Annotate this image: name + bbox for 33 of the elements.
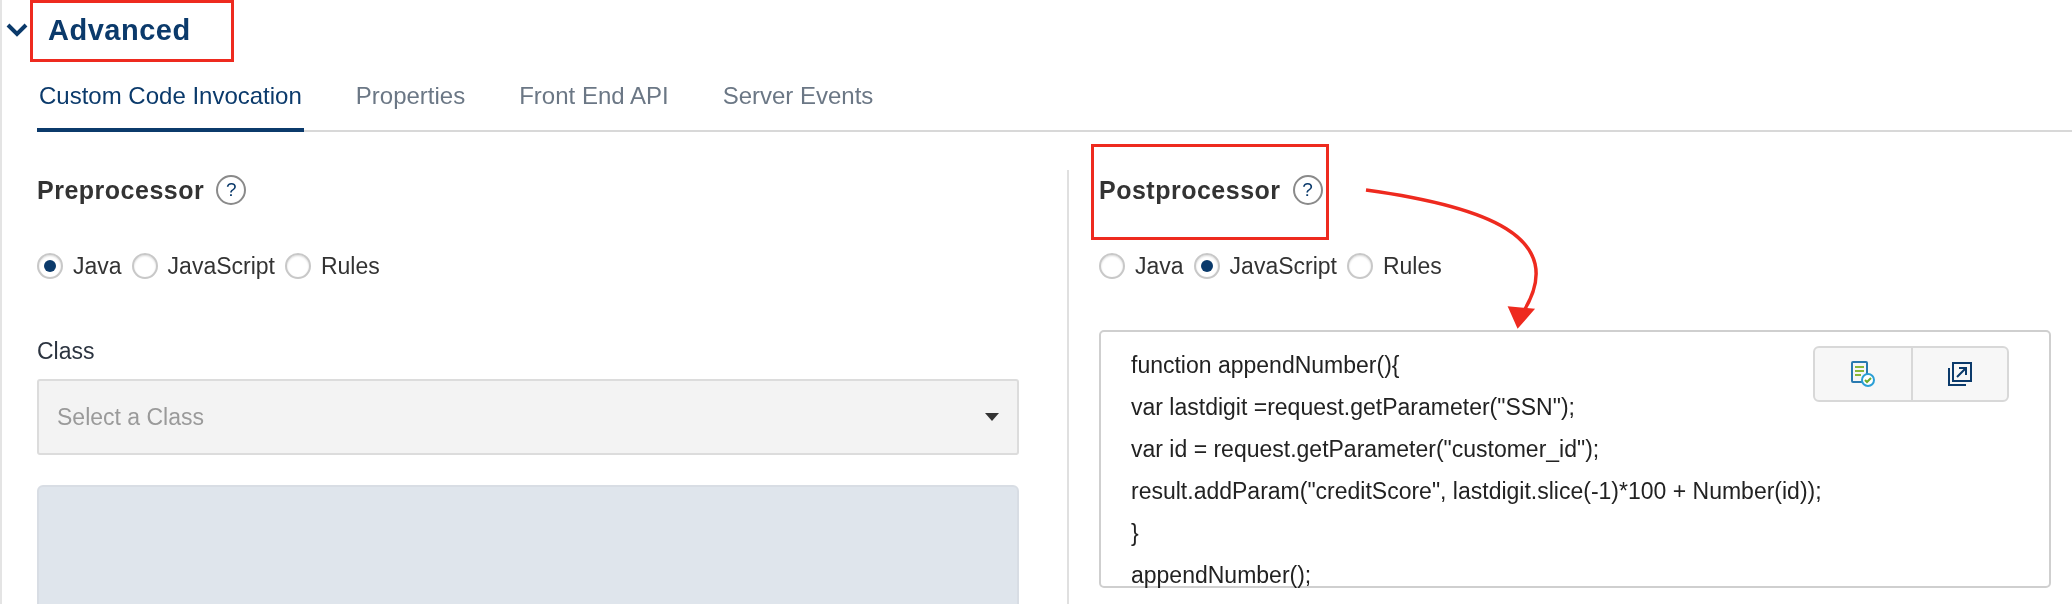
radio-button[interactable] — [131, 253, 158, 279]
help-icon[interactable]: ? — [1292, 175, 1323, 205]
code-line: var lastdigit =request.getParameter("SSN"); — [1131, 393, 1575, 422]
radio-option[interactable]: JavaScript — [131, 252, 275, 280]
help-icon[interactable]: ? — [216, 175, 247, 205]
code-line: result.addParam("creditScore", lastdigit.slice(-1)*100 + Number(id)); — [1131, 477, 1822, 506]
radio-button[interactable] — [37, 253, 63, 279]
caret-icon — [985, 413, 999, 421]
radio-button[interactable] — [1099, 253, 1125, 279]
expand-icon — [1947, 361, 1973, 387]
radio-option[interactable]: Java — [1099, 252, 1184, 280]
radio-option[interactable]: Rules — [1346, 252, 1442, 280]
field-label: Class — [37, 338, 96, 365]
section-title: Advanced — [48, 13, 191, 47]
chevron-icon[interactable] — [6, 22, 28, 38]
section-heading: Postprocessor — [1099, 175, 1281, 205]
tab[interactable]: Front End API — [517, 70, 671, 132]
radio-button[interactable] — [284, 253, 311, 279]
section-heading: Preprocessor — [37, 175, 205, 205]
tab[interactable]: Properties — [353, 70, 468, 132]
code-line: appendNumber(); — [1131, 561, 1312, 590]
code-line: } — [1131, 519, 1139, 548]
code-editor[interactable] — [1099, 330, 2051, 588]
radio-button[interactable] — [1193, 253, 1220, 279]
tab[interactable]: Server Events — [720, 70, 876, 132]
radio-button[interactable] — [1346, 253, 1373, 279]
document-check-icon — [1850, 360, 1876, 388]
radio-option[interactable]: Rules — [284, 252, 380, 280]
radio-option[interactable]: JavaScript — [1193, 252, 1337, 280]
code-line: var id = request.getParameter("customer_id"); — [1131, 435, 1600, 464]
tab[interactable]: Custom Code Invocation — [37, 70, 304, 132]
code-line: function appendNumber(){ — [1131, 351, 1400, 380]
radio-option[interactable]: Java — [37, 252, 122, 280]
